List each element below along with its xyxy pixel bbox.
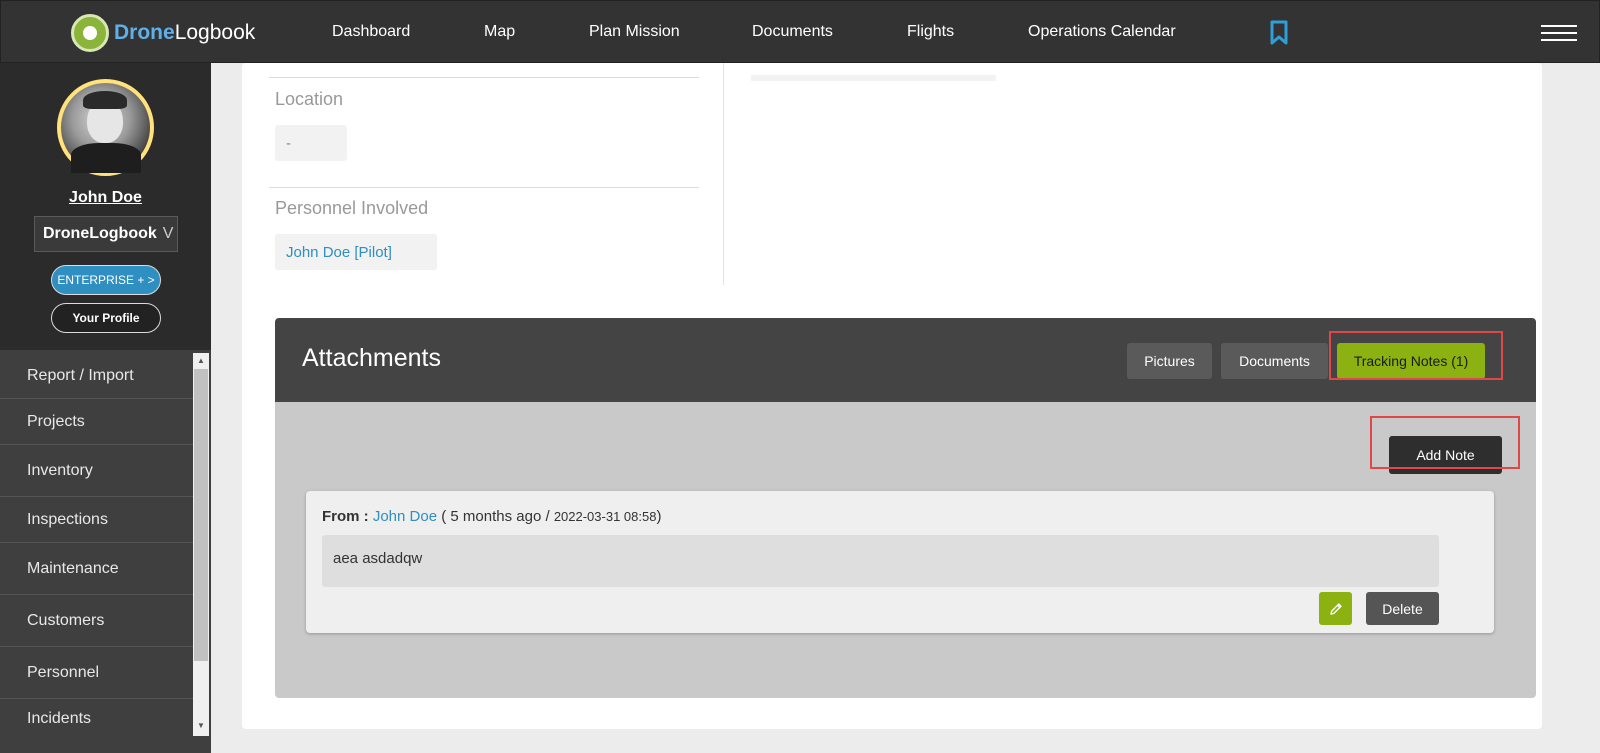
user-name-link[interactable]: John Doe xyxy=(0,189,211,207)
pencil-icon xyxy=(1329,602,1342,615)
sidebar-item-projects[interactable]: Projects xyxy=(0,399,193,445)
sidebar-item-inventory[interactable]: Inventory xyxy=(0,445,193,497)
tracking-notes-body: Add Note From : John Doe ( 5 months ago … xyxy=(275,402,1536,698)
top-navbar: DroneLogbook Dashboard Map Plan Mission … xyxy=(0,0,1600,63)
nav-operations-calendar[interactable]: Operations Calendar xyxy=(1028,23,1176,41)
attachments-panel: Attachments Pictures Documents Tracking … xyxy=(275,318,1536,698)
avatar[interactable] xyxy=(57,79,154,176)
scroll-down-icon[interactable]: ▼ xyxy=(197,721,205,730)
sidebar-item-customers[interactable]: Customers xyxy=(0,595,193,647)
sidebar-item-personnel[interactable]: Personnel xyxy=(0,647,193,699)
sidebar-item-report-import[interactable]: Report / Import xyxy=(0,353,193,399)
delete-note-button[interactable]: Delete xyxy=(1366,592,1439,625)
highlight-box xyxy=(1370,416,1520,469)
note-timestamp: 2022-03-31 08:58 xyxy=(553,509,657,524)
enterprise-button[interactable]: ENTERPRISE + > xyxy=(51,265,161,295)
logo[interactable]: DroneLogbook xyxy=(71,13,255,53)
location-label: Location xyxy=(275,89,344,109)
nav-plan-mission[interactable]: Plan Mission xyxy=(589,23,680,41)
nav-flights[interactable]: Flights xyxy=(907,23,954,41)
divider xyxy=(269,77,699,78)
tab-documents[interactable]: Documents xyxy=(1221,343,1328,379)
sidebar-scrollbar[interactable]: ▲ ▼ xyxy=(193,353,209,736)
organization-label: DroneLogbook xyxy=(43,225,157,242)
sidebar-item-inspections[interactable]: Inspections xyxy=(0,497,193,543)
chevron-down-icon: V xyxy=(162,225,174,242)
sidebar: John Doe DroneLogbook V ENTERPRISE + > Y… xyxy=(0,63,211,753)
personnel-link[interactable]: John Doe [Pilot] xyxy=(275,234,437,270)
logo-icon xyxy=(71,14,109,52)
column-divider xyxy=(723,63,724,285)
profile-panel: John Doe DroneLogbook V ENTERPRISE + > Y… xyxy=(0,63,211,350)
sidebar-item-maintenance[interactable]: Maintenance xyxy=(0,543,193,595)
nav-documents[interactable]: Documents xyxy=(752,23,833,41)
organization-select[interactable]: DroneLogbook V xyxy=(34,216,178,252)
attachments-title: Attachments xyxy=(302,344,441,372)
sidebar-item-incidents[interactable]: Incidents xyxy=(0,699,193,739)
logo-text: DroneLogbook xyxy=(114,21,256,44)
divider xyxy=(269,187,699,188)
divider xyxy=(751,75,996,81)
nav-dashboard[interactable]: Dashboard xyxy=(332,23,410,41)
nav-map[interactable]: Map xyxy=(484,23,515,41)
note-header: From : John Doe ( 5 months ago / 2022-03… xyxy=(322,508,661,525)
your-profile-button[interactable]: Your Profile xyxy=(51,303,161,333)
sidebar-menu: Report / Import Projects Inventory Inspe… xyxy=(0,353,193,739)
bookmark-icon[interactable] xyxy=(1269,20,1289,46)
tab-pictures[interactable]: Pictures xyxy=(1127,343,1212,379)
personnel-label: Personnel Involved xyxy=(275,198,429,218)
location-value: - xyxy=(275,125,347,161)
note-card: From : John Doe ( 5 months ago / 2022-03… xyxy=(306,491,1494,633)
note-relative-time: ( 5 months ago / xyxy=(441,508,550,525)
scroll-up-icon[interactable]: ▲ xyxy=(197,356,205,365)
note-author-link[interactable]: John Doe xyxy=(373,508,437,525)
highlight-box xyxy=(1329,331,1503,380)
attachments-header: Attachments Pictures Documents Tracking … xyxy=(275,318,1536,402)
note-text: aea asdadqw xyxy=(322,535,1439,587)
note-from-label: From : xyxy=(322,508,369,525)
hamburger-menu-icon[interactable] xyxy=(1541,25,1577,41)
note-close-paren: ) xyxy=(656,508,662,525)
scrollbar-thumb[interactable] xyxy=(194,369,208,661)
edit-note-button[interactable] xyxy=(1319,592,1352,625)
